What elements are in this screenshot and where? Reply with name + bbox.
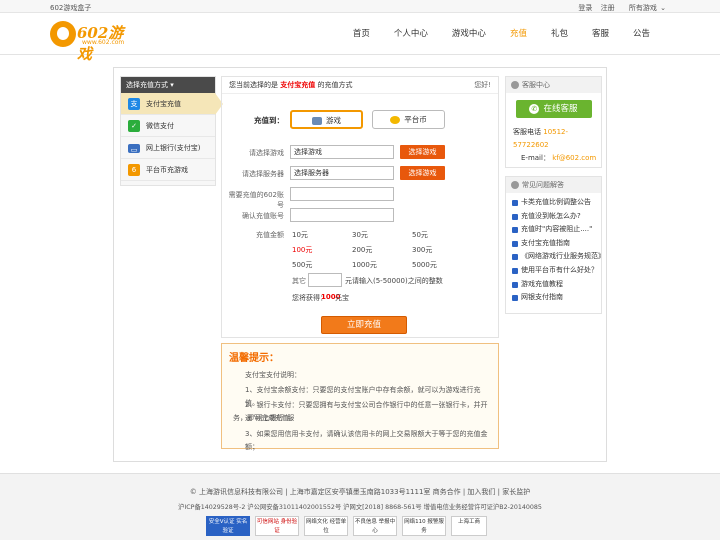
tips-box: 温馨提示： 支付宝支付说明： 1、支付宝余额支付：只要您的支付宝账户中存有余额，…: [221, 343, 499, 451]
tips-line: 3、如果您用信用卡支付，请确认该信用卡的网上交易限额大于等于您的充值金额；: [245, 430, 488, 451]
tips-title: 温馨提示：: [229, 353, 279, 364]
confirm-account-input[interactable]: [290, 208, 394, 222]
login-link[interactable]: 登录: [578, 4, 592, 12]
wechat-icon: ✓: [128, 120, 140, 132]
top-links: 登录 注册 所有游戏 ⌄: [572, 3, 666, 13]
sidebar-item-wechat[interactable]: ✓ 微信支付: [121, 115, 215, 137]
tab-game[interactable]: 游戏: [290, 110, 363, 129]
question-icon: [511, 181, 519, 189]
logo-mark-icon: [50, 21, 76, 47]
faq-link[interactable]: 卡类充值比例调整公告: [512, 196, 601, 210]
recharge-form: 您当前选择的是 支付宝充值 的充值方式 您好! 充值到： 游戏 平台币 请选择游…: [221, 76, 499, 338]
business-badge[interactable]: 上海工商: [451, 516, 487, 536]
other-amount-input[interactable]: [308, 273, 342, 287]
tips-line: 务，即可完成充值。: [233, 414, 296, 422]
select-game-button[interactable]: 选择游戏: [400, 145, 445, 159]
footer: © 上海游讯信息科技有限公司 | 上海市嘉定区安亭镇墨玉南路1033号1111室…: [0, 473, 720, 540]
amount-option-selected[interactable]: 100元: [292, 245, 312, 255]
site-logo[interactable]: 602游戏 www.602.com: [50, 19, 130, 63]
trusted-site-badge[interactable]: 可信网站 身份验证: [255, 516, 299, 536]
main-nav: 首页 个人中心 游戏中心 充值 礼包 客服 公告: [329, 13, 650, 55]
nav-service[interactable]: 客服: [592, 13, 609, 55]
pay-now-button[interactable]: 立即充值: [321, 316, 407, 334]
register-link[interactable]: 注册: [601, 4, 615, 12]
footer-company: © 上海游讯信息科技有限公司 | 上海市嘉定区安亭镇墨玉南路1033号1111室…: [189, 488, 531, 496]
nav-game-center[interactable]: 游戏中心: [452, 13, 486, 55]
nav-gift[interactable]: 礼包: [551, 13, 568, 55]
faq-link[interactable]: 网银支付指南: [512, 291, 601, 305]
amount-option[interactable]: 1000元: [352, 260, 377, 270]
sidebar-item-bank[interactable]: ▭ 网上银行(支付宝): [121, 137, 215, 159]
gamepad-icon: [312, 117, 322, 125]
faq-link[interactable]: 支付宝充值指南: [512, 237, 601, 251]
chat-icon: ✆: [529, 103, 540, 114]
police-badge[interactable]: 网络110 报警服务: [402, 516, 446, 536]
main-panel: 选择充值方式 ▾ 支 支付宝充值 ✓ 微信支付 ▭ 网上银行(支付宝) 6 平台…: [113, 67, 607, 462]
amount-option[interactable]: 10元: [292, 230, 308, 240]
right-column: 客服中心 ✆ 在线客服 客服电话 10512-57722602 E-mail： k…: [505, 76, 602, 314]
platform-coin-icon: 6: [128, 164, 140, 176]
coin-icon: [390, 116, 401, 124]
online-service-button[interactable]: ✆ 在线客服: [515, 100, 592, 118]
game-box-link[interactable]: 602游戏盒子: [50, 3, 91, 13]
amount-option[interactable]: 200元: [352, 245, 372, 255]
report-center-badge[interactable]: 不良信息 举报中心: [353, 516, 397, 536]
bank-card-icon: ▭: [128, 144, 140, 154]
caret-down-icon: ▾: [170, 81, 174, 89]
top-bar: 602游戏盒子 登录 注册 所有游戏 ⌄: [0, 0, 720, 13]
amount-option[interactable]: 30元: [352, 230, 368, 240]
faq-link[interactable]: 游戏充值教程: [512, 278, 601, 292]
faq-link[interactable]: 《网络游戏行业服务规范》: [512, 250, 601, 264]
all-games-dropdown[interactable]: 所有游戏 ⌄: [623, 4, 666, 12]
amount-option[interactable]: 50元: [412, 230, 428, 240]
other-amount-hint: 请输入(5-50000)之间的整数: [352, 277, 443, 285]
sidebar-item-platform-coin[interactable]: 6 平台币充游戏: [121, 159, 215, 181]
headset-icon: [511, 81, 519, 89]
footer-badges: 安全V认证 实名验证 可信网站 身份验证 网络文化 经营单位 不良信息 举报中心…: [206, 516, 492, 536]
tips-line: 支付宝支付说明：: [245, 371, 301, 379]
faq-link[interactable]: 充值时"内容被阻止....": [512, 223, 601, 237]
payment-method-sidebar: 选择充值方式 ▾ 支 支付宝充值 ✓ 微信支付 ▭ 网上银行(支付宝) 6 平台…: [120, 76, 223, 186]
recharge-target-row: 充值到： 游戏 平台币: [222, 110, 498, 130]
alipay-icon: 支: [128, 98, 140, 110]
amount-option[interactable]: 500元: [292, 260, 312, 270]
method-notice: 您当前选择的是 支付宝充值 的充值方式 您好!: [222, 77, 498, 94]
footer-license: 沪ICP备14029528号-2 沪公网安备31011402001552号 沪网…: [178, 504, 542, 511]
chevron-down-icon: ⌄: [660, 4, 666, 12]
select-server-button[interactable]: 选择游戏: [400, 166, 445, 180]
security-badge[interactable]: 安全V认证 实名验证: [206, 516, 250, 536]
help-text: 您好!: [474, 81, 491, 89]
nav-home[interactable]: 首页: [353, 13, 370, 55]
sidebar-title: 选择充值方式 ▾: [121, 77, 215, 93]
faq-box: 常见问题解答 卡类充值比例调整公告 充值没到帐怎么办? 充值时"内容被阻止...…: [505, 176, 602, 314]
amount-option[interactable]: 300元: [412, 245, 432, 255]
amount-option[interactable]: 5000元: [412, 260, 437, 270]
service-center: 客服中心 ✆ 在线客服 客服电话 10512-57722602 E-mail： k…: [505, 76, 602, 168]
account-input[interactable]: [290, 187, 394, 201]
server-select[interactable]: 选择服务器: [290, 166, 394, 180]
game-select[interactable]: 选择游戏: [290, 145, 394, 159]
service-email: kf@602.com: [552, 154, 597, 162]
faq-link[interactable]: 充值没到帐怎么办?: [512, 210, 601, 224]
nav-recharge[interactable]: 充值: [510, 13, 527, 55]
sidebar-item-alipay[interactable]: 支 支付宝充值: [121, 93, 223, 115]
tab-platform-coin[interactable]: 平台币: [372, 110, 445, 129]
faq-link[interactable]: 使用平台币有什么好处？: [512, 264, 601, 278]
nav-user-center[interactable]: 个人中心: [394, 13, 428, 55]
nav-announcement[interactable]: 公告: [633, 13, 650, 55]
header: 602游戏 www.602.com 首页 个人中心 游戏中心 充值 礼包 客服 …: [0, 13, 720, 63]
culture-badge[interactable]: 网络文化 经营单位: [304, 516, 348, 536]
